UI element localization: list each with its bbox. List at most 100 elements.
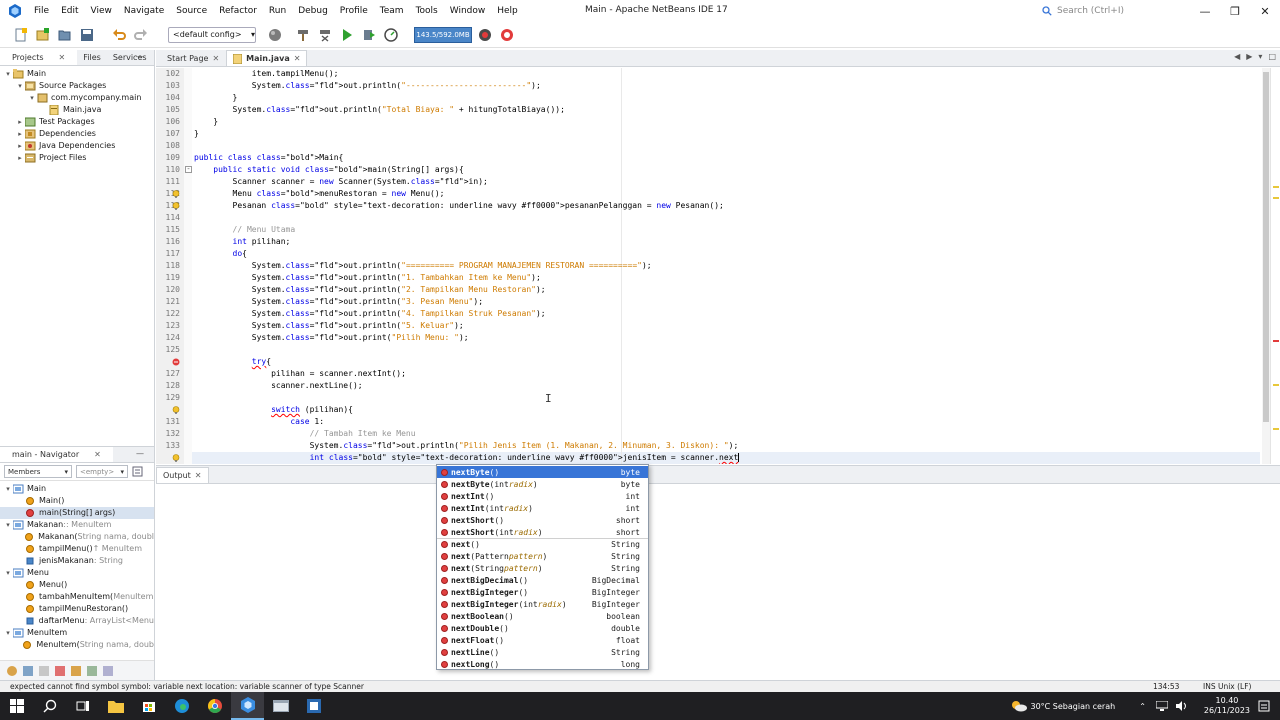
- project-tree-item[interactable]: ▸ Dependencies: [0, 128, 154, 140]
- scroll-tabs-left-icon[interactable]: ◀: [1234, 52, 1240, 61]
- taskbar-chrome[interactable]: [198, 692, 231, 720]
- navigator-item[interactable]: ▾ Main: [0, 483, 154, 495]
- navigator-item[interactable]: daftarMenu : ArrayList<Menu: [0, 615, 154, 627]
- taskbar-edge[interactable]: [165, 692, 198, 720]
- completion-item[interactable]: nextInt() int: [437, 490, 648, 502]
- navigator-item[interactable]: ▾ Menu: [0, 567, 154, 579]
- expand-toggle-icon[interactable]: ▾: [4, 483, 12, 495]
- memory-indicator[interactable]: 143.5/592.0MB: [414, 26, 472, 43]
- menu-file[interactable]: File: [28, 0, 55, 22]
- project-tree-item[interactable]: ▸ Project Files: [0, 152, 154, 164]
- filter-fields-icon[interactable]: [6, 665, 19, 677]
- minimize-panel-icon[interactable]: —: [130, 447, 150, 461]
- error-stripe-mark[interactable]: [1273, 384, 1279, 386]
- close-icon[interactable]: ✕: [212, 54, 219, 63]
- project-tree-item[interactable]: ▸ Java Dependencies: [0, 140, 154, 152]
- menu-run[interactable]: Run: [263, 0, 292, 22]
- undo-button[interactable]: [110, 26, 128, 44]
- bulb-hint-icon[interactable]: [172, 454, 180, 462]
- weather-widget[interactable]: 30°C Sebagian cerah: [1011, 700, 1115, 712]
- taskbar-netbeans[interactable]: [231, 692, 264, 720]
- expand-toggle-icon[interactable]: ▸: [16, 116, 24, 128]
- gc-button[interactable]: [476, 26, 494, 44]
- taskbar-file-explorer[interactable]: [99, 692, 132, 720]
- redo-button[interactable]: [132, 26, 150, 44]
- save-all-button[interactable]: [78, 26, 96, 44]
- run-button[interactable]: [338, 26, 356, 44]
- menu-window[interactable]: Window: [444, 0, 492, 22]
- menu-team[interactable]: Team: [374, 0, 410, 22]
- expand-toggle-icon[interactable]: ▾: [4, 627, 12, 639]
- error-stripe-mark[interactable]: [1273, 197, 1279, 199]
- project-tree-item[interactable]: ▾ Source Packages: [0, 80, 154, 92]
- close-icon[interactable]: ✕: [195, 471, 202, 480]
- error-stripe-mark[interactable]: [1273, 340, 1279, 342]
- project-tree-item[interactable]: ▸ Test Packages: [0, 116, 154, 128]
- project-tree-item[interactable]: ▾ com.mycompany.main: [0, 92, 154, 104]
- completion-item[interactable]: nextBigInteger(int radix) BigInteger: [437, 598, 648, 610]
- line-number-gutter[interactable]: 1021031041051061071081091101111121131141…: [156, 68, 184, 464]
- error-stripe-mark[interactable]: [1273, 186, 1279, 188]
- navigator-item[interactable]: ▾ Makanan :: MenuItem: [0, 519, 154, 531]
- completion-item[interactable]: nextDouble() double: [437, 622, 648, 634]
- editor-scrollbar[interactable]: [1262, 68, 1270, 464]
- filter-inherited-icon[interactable]: [54, 665, 67, 677]
- menu-navigate[interactable]: Navigate: [118, 0, 170, 22]
- menu-edit[interactable]: Edit: [55, 0, 84, 22]
- completion-item[interactable]: nextLine() String: [437, 646, 648, 658]
- project-tree-item[interactable]: ▾ Main: [0, 68, 154, 80]
- start-button[interactable]: [0, 692, 33, 720]
- sort-by-source-icon[interactable]: [86, 665, 99, 677]
- maximize-button[interactable]: ❐: [1220, 0, 1250, 22]
- code-fold-bar[interactable]: -: [184, 68, 192, 464]
- completion-item[interactable]: nextShort(int radix) short: [437, 526, 648, 538]
- project-tree-item[interactable]: Main.java: [0, 104, 154, 116]
- completion-item[interactable]: next(Pattern pattern) String: [437, 550, 648, 562]
- bulb-hint-icon[interactable]: [172, 190, 180, 198]
- completion-item[interactable]: nextBoolean() boolean: [437, 610, 648, 622]
- expand-toggle-icon[interactable]: ▸: [16, 140, 24, 152]
- open-project-button[interactable]: [56, 26, 74, 44]
- show-opened-documents-icon[interactable]: ▾: [1258, 52, 1262, 61]
- navigator-item[interactable]: MenuItem(String nama, doub: [0, 639, 154, 651]
- completion-item[interactable]: nextBigDecimal() BigDecimal: [437, 574, 648, 586]
- error-marker-icon[interactable]: [172, 358, 180, 366]
- code-editor[interactable]: item.tampilMenu(); System.class="fld">ou…: [194, 68, 1260, 464]
- show-javadoc-icon[interactable]: [102, 665, 115, 677]
- minimize-panel-icon[interactable]: —: [130, 50, 150, 64]
- menu-profile[interactable]: Profile: [334, 0, 374, 22]
- scrollbar-thumb[interactable]: [1263, 72, 1269, 422]
- minimize-button[interactable]: —: [1190, 0, 1220, 22]
- close-icon[interactable]: ✕: [294, 54, 301, 63]
- completion-item[interactable]: nextBigInteger() BigInteger: [437, 586, 648, 598]
- menu-refactor[interactable]: Refactor: [213, 0, 263, 22]
- search-box[interactable]: Search (Ctrl+I): [1042, 3, 1188, 19]
- bulb-hint-icon[interactable]: [172, 202, 180, 210]
- profile-ide-button[interactable]: [498, 26, 516, 44]
- navigator-item[interactable]: Menu(): [0, 579, 154, 591]
- navigator-settings-icon[interactable]: [132, 466, 143, 477]
- navigator-item[interactable]: tampilMenu() ↑ MenuItem: [0, 543, 154, 555]
- close-icon[interactable]: ✕: [88, 450, 107, 459]
- tray-overflow-icon[interactable]: ⌃: [1139, 702, 1146, 711]
- expand-toggle-icon[interactable]: ▸: [16, 152, 24, 164]
- tab-main-java[interactable]: Main.java ✕: [226, 50, 308, 66]
- code-completion-popup[interactable]: nextByte() byte nextByte(int radix) byte nex…: [436, 464, 649, 670]
- close-button[interactable]: ✕: [1250, 0, 1280, 22]
- close-icon[interactable]: ✕: [53, 53, 72, 62]
- completion-item[interactable]: nextShort() short: [437, 514, 648, 526]
- scroll-tabs-right-icon[interactable]: ▶: [1246, 52, 1252, 61]
- taskbar-app[interactable]: [264, 692, 297, 720]
- taskbar-search-button[interactable]: [33, 692, 66, 720]
- completion-item[interactable]: next() String: [437, 538, 648, 550]
- tab-navigator[interactable]: main - Navigator ✕: [0, 447, 113, 462]
- empty-select[interactable]: <empty> ▾: [76, 465, 128, 478]
- tab-start-page[interactable]: Start Page ✕: [160, 50, 226, 66]
- global-config-button[interactable]: [266, 26, 284, 44]
- completion-item[interactable]: nextByte(int radix) byte: [437, 478, 648, 490]
- network-icon[interactable]: [1155, 701, 1168, 711]
- tab-projects[interactable]: Projects ✕: [0, 50, 78, 65]
- expand-toggle-icon[interactable]: ▾: [16, 80, 24, 92]
- navigator-item[interactable]: tambahMenuItem(MenuItem: [0, 591, 154, 603]
- clean-build-button[interactable]: [316, 26, 334, 44]
